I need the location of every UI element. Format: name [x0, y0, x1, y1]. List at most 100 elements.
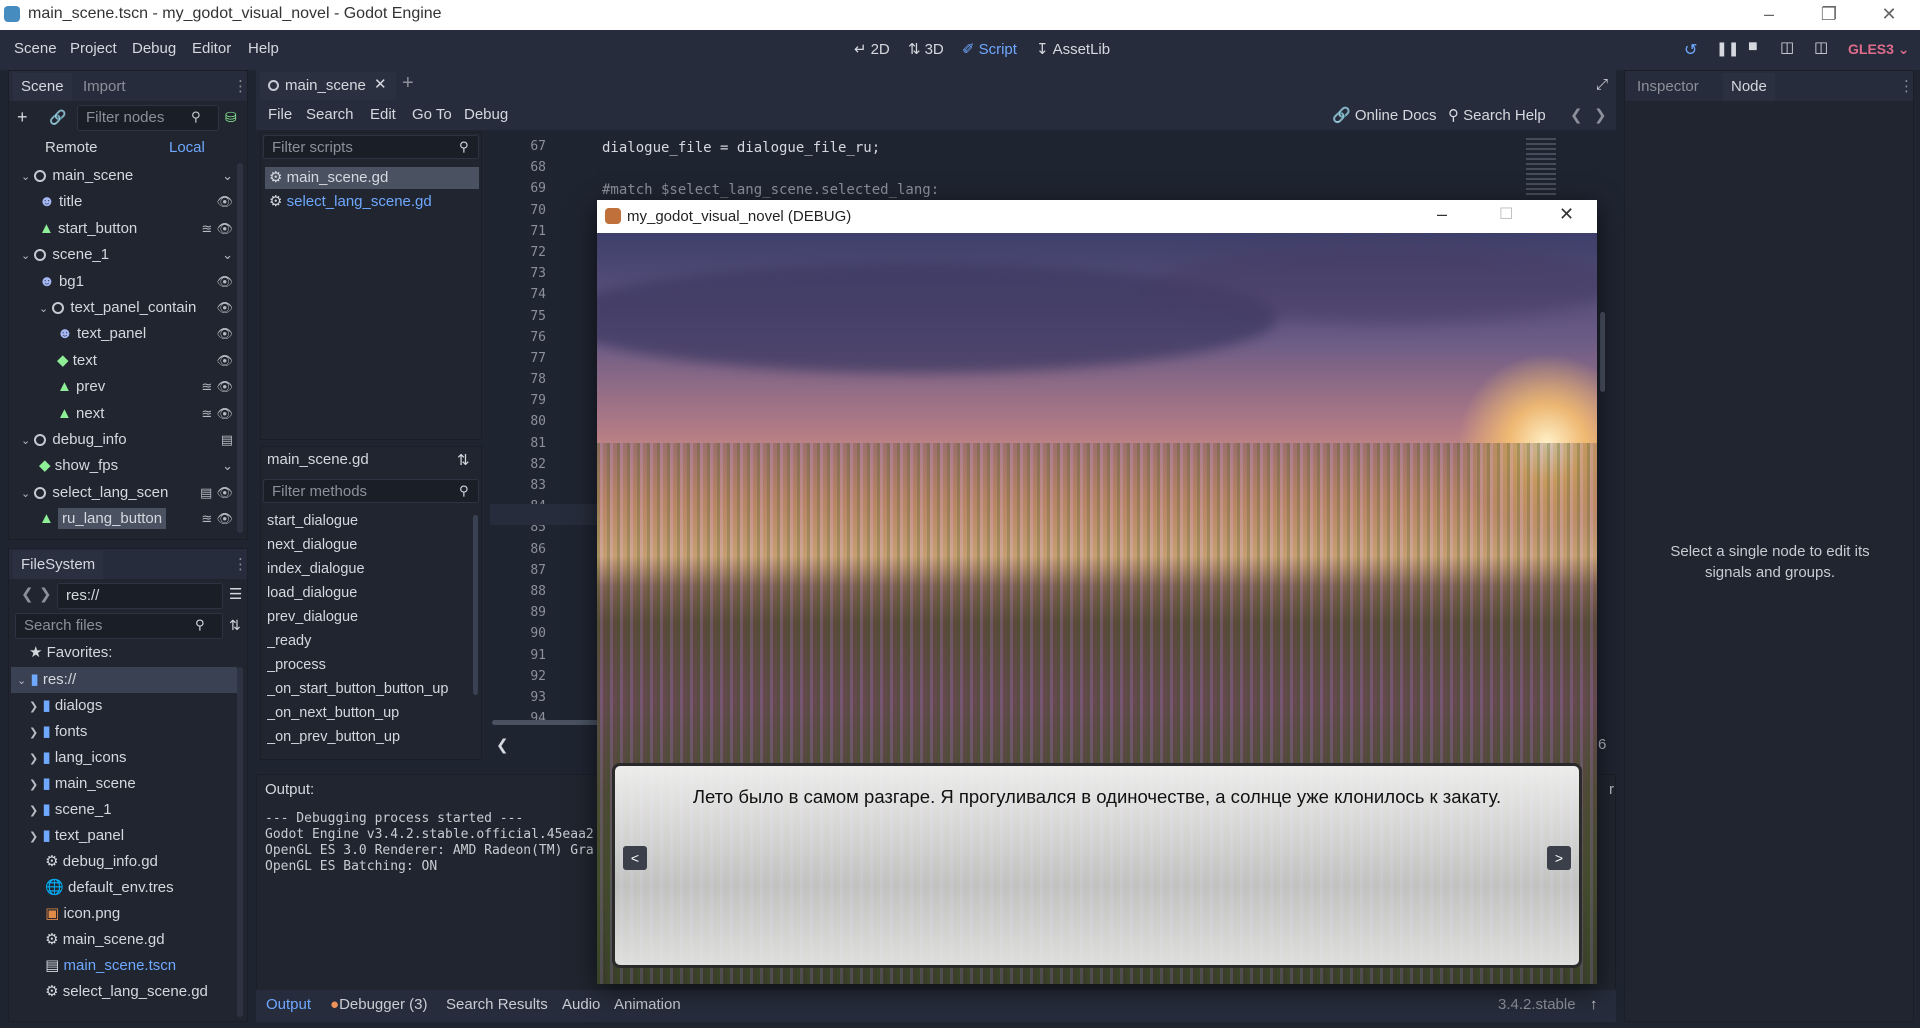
script-item-select-lang[interactable]: ⚙ select_lang_scene.gd: [265, 191, 432, 213]
file-tree-item[interactable]: ❯ ▮ dialogs: [11, 693, 237, 719]
script-icon[interactable]: ▤: [221, 432, 233, 447]
file-tree[interactable]: ⌄ ▮ res://❯ ▮ dialogs ❯ ▮ fonts ❯ ▮ lang_i…: [11, 667, 239, 1017]
split-mode-icon[interactable]: ☰: [229, 585, 242, 603]
new-tab-icon[interactable]: +: [402, 72, 414, 95]
method-list[interactable]: start_dialogue next_dialogue index_dialogu…: [267, 509, 467, 755]
chevron-down-icon[interactable]: ⌄: [21, 171, 30, 183]
visibility-icon[interactable]: 👁: [216, 274, 233, 289]
file-tree-item[interactable]: ❯ ▮ lang_icons: [11, 745, 237, 771]
chevron-down-icon[interactable]: ⌄: [17, 675, 26, 687]
script-menu-goto[interactable]: Go To: [412, 106, 452, 123]
script-item-main[interactable]: ⚙ main_scene.gd: [265, 167, 479, 189]
chevron-down-icon[interactable]: ⌄: [21, 435, 30, 447]
tab-import[interactable]: Import: [75, 73, 134, 101]
visibility-icon[interactable]: 👁: [216, 221, 233, 236]
file-tree-item[interactable]: ▣ icon.png: [11, 901, 237, 927]
chevron-down-icon[interactable]: ⌄: [21, 250, 30, 262]
menu-scene[interactable]: Scene: [14, 40, 57, 57]
chevron-right-icon[interactable]: ❯: [29, 805, 38, 817]
workspace-3d-button[interactable]: ⇅ 3D: [908, 40, 944, 58]
method-item[interactable]: _on_next_button_up: [267, 701, 467, 725]
prev-button[interactable]: <: [623, 846, 647, 870]
visibility-icon[interactable]: 👁: [216, 511, 233, 526]
signal-icon[interactable]: ≊: [201, 406, 212, 421]
method-item[interactable]: _process: [267, 653, 467, 677]
next-script-icon[interactable]: ❯: [1594, 106, 1607, 124]
file-tree-scrollbar[interactable]: [237, 667, 243, 1017]
search-files-input[interactable]: Search files: [15, 613, 223, 639]
chevron-down-icon[interactable]: ⌄: [222, 168, 233, 183]
method-item[interactable]: start_dialogue: [267, 509, 467, 533]
method-item[interactable]: _on_prev_button_up: [267, 725, 467, 749]
tab-filesystem[interactable]: FileSystem: [13, 551, 104, 579]
search-help-button[interactable]: ⚲ Search Help: [1448, 106, 1546, 124]
visibility-icon[interactable]: 👁: [216, 326, 233, 341]
tab-scene[interactable]: Scene: [13, 73, 72, 101]
workspace-assetlib-button[interactable]: ↧ AssetLib: [1036, 40, 1110, 58]
scene-tree[interactable]: ⌄ main_scene ⌄ ☻ title 👁 ▲ start_button ≊ 👁 ⌄ …: [11, 163, 239, 533]
scene-tree-node[interactable]: ☻ bg1 👁: [11, 269, 237, 295]
file-tree-item[interactable]: ❯ ▮ text_panel: [11, 823, 237, 849]
script-menu-debug[interactable]: Debug: [464, 106, 508, 123]
menu-debug[interactable]: Debug: [132, 40, 176, 57]
dock-menu-icon[interactable]: ⋮: [233, 555, 248, 573]
file-tree-item[interactable]: ⚙ main_scene.gd: [11, 927, 237, 953]
signal-icon[interactable]: ≊: [201, 379, 212, 394]
filter-methods-input[interactable]: Filter methods: [263, 479, 479, 503]
chevron-down-icon[interactable]: ⌄: [222, 458, 233, 473]
visibility-icon[interactable]: 👁: [216, 379, 233, 394]
workspace-2d-button[interactable]: ↵ 2D: [854, 40, 890, 58]
scene-tree-node[interactable]: ⌄ text_panel_contain 👁: [11, 295, 237, 321]
forward-icon[interactable]: ❯: [39, 585, 52, 603]
next-button[interactable]: >: [1547, 846, 1571, 870]
method-item[interactable]: index_dialogue: [267, 557, 467, 581]
tab-node[interactable]: Node: [1723, 73, 1775, 101]
game-minimize-icon[interactable]: –: [1437, 204, 1447, 225]
visibility-icon[interactable]: 👁: [216, 406, 233, 421]
menu-project[interactable]: Project: [70, 40, 117, 57]
visibility-icon[interactable]: 👁: [216, 353, 233, 368]
script-menu-file[interactable]: File: [268, 106, 292, 123]
method-item[interactable]: prev_dialogue: [267, 605, 467, 629]
chevron-right-icon[interactable]: ❯: [29, 701, 38, 713]
local-tab[interactable]: Local: [169, 139, 205, 156]
expand-panel-icon[interactable]: ↑: [1590, 990, 1598, 1020]
file-tree-item[interactable]: ❯ ▮ main_scene: [11, 771, 237, 797]
game-close-icon[interactable]: ✕: [1559, 204, 1574, 225]
minimize-icon[interactable]: –: [1740, 0, 1798, 30]
signal-icon[interactable]: ≊: [201, 511, 212, 526]
method-list-scrollbar[interactable]: [473, 515, 478, 695]
online-docs-button[interactable]: 🔗 Online Docs: [1332, 106, 1437, 124]
method-item[interactable]: load_dialogue: [267, 581, 467, 605]
scene-tree-node[interactable]: ▲ next ≊ 👁: [11, 401, 237, 427]
visibility-icon[interactable]: 👁: [216, 485, 233, 500]
chevron-down-icon[interactable]: ⌄: [21, 488, 30, 500]
tab-debugger[interactable]: ●Debugger (3): [330, 990, 427, 1020]
add-node-icon[interactable]: +: [17, 107, 28, 128]
pause-icon[interactable]: ❚❚: [1716, 40, 1739, 57]
scene-tree-node[interactable]: ▲ start_button ≊ 👁: [11, 216, 237, 242]
sort-icon[interactable]: ⇅: [229, 617, 241, 634]
file-tree-item[interactable]: ❯ ▮ fonts: [11, 719, 237, 745]
chevron-right-icon[interactable]: ❯: [29, 753, 38, 765]
restore-icon[interactable]: ❐: [1800, 0, 1858, 30]
close-icon[interactable]: ✕: [1860, 0, 1918, 30]
menu-help[interactable]: Help: [248, 40, 279, 57]
dock-menu-icon[interactable]: ⋮: [1899, 77, 1914, 95]
scene-tree-node[interactable]: ⌄ select_lang_scen ▤ 👁: [11, 480, 237, 506]
remote-tab[interactable]: Remote: [45, 139, 98, 156]
visibility-icon[interactable]: 👁: [216, 300, 233, 315]
filter-scripts-input[interactable]: Filter scripts: [263, 135, 479, 159]
chevron-right-icon[interactable]: ❯: [29, 779, 38, 791]
back-icon[interactable]: ❮: [21, 585, 34, 603]
workspace-script-button[interactable]: ✐ Script: [962, 40, 1017, 58]
scene-tree-node[interactable]: ⌄ main_scene ⌄: [11, 163, 237, 189]
game-maximize-icon[interactable]: ☐: [1499, 204, 1513, 224]
file-tree-item[interactable]: ⌄ ▮ res://: [11, 667, 237, 693]
code-scrollbar[interactable]: [1600, 312, 1605, 392]
link-icon[interactable]: 🔗: [49, 109, 66, 126]
script-icon[interactable]: ▤: [200, 485, 212, 500]
horizontal-scrollbar[interactable]: [492, 720, 602, 725]
scene-tree-node[interactable]: ⌄ debug_info ▤: [11, 427, 237, 453]
tab-output[interactable]: Output: [266, 990, 311, 1020]
